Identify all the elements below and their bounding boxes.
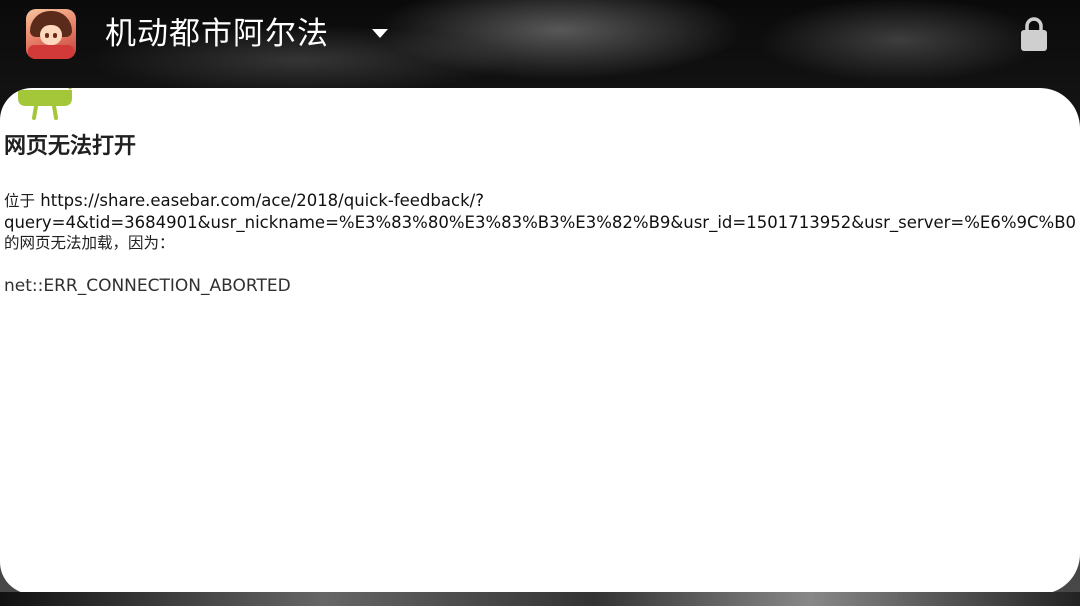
error-prefix: 位于 xyxy=(4,192,36,210)
dropdown-triangle-icon[interactable] xyxy=(372,29,388,38)
webview-card: 网页无法打开 位于 https://share.easebar.com/ace/… xyxy=(0,88,1080,594)
game-character-icon[interactable] xyxy=(26,9,76,59)
app-bar: 机动都市阿尔法 xyxy=(0,0,1080,80)
bottom-edge xyxy=(0,592,1080,606)
error-message: 位于 https://share.easebar.com/ace/2018/qu… xyxy=(4,190,1080,254)
lock-icon[interactable] xyxy=(1020,16,1048,52)
url-link[interactable]: https://share.easebar.com/ace/2018/quick… xyxy=(40,191,484,210)
android-icon xyxy=(17,88,73,120)
error-suffix: 的网页无法加载，因为： xyxy=(4,234,175,252)
app-title[interactable]: 机动都市阿尔法 xyxy=(105,12,329,56)
error-title: 网页无法打开 xyxy=(4,134,137,159)
screen: 机动都市阿尔法 网页无法打开 位于 https://share.easebar.… xyxy=(0,0,1080,606)
url-link-continued[interactable]: query=4&tid=3684901&usr_nickname=%E3%83%… xyxy=(4,212,1080,233)
error-code: net::ERR_CONNECTION_ABORTED xyxy=(4,276,291,296)
